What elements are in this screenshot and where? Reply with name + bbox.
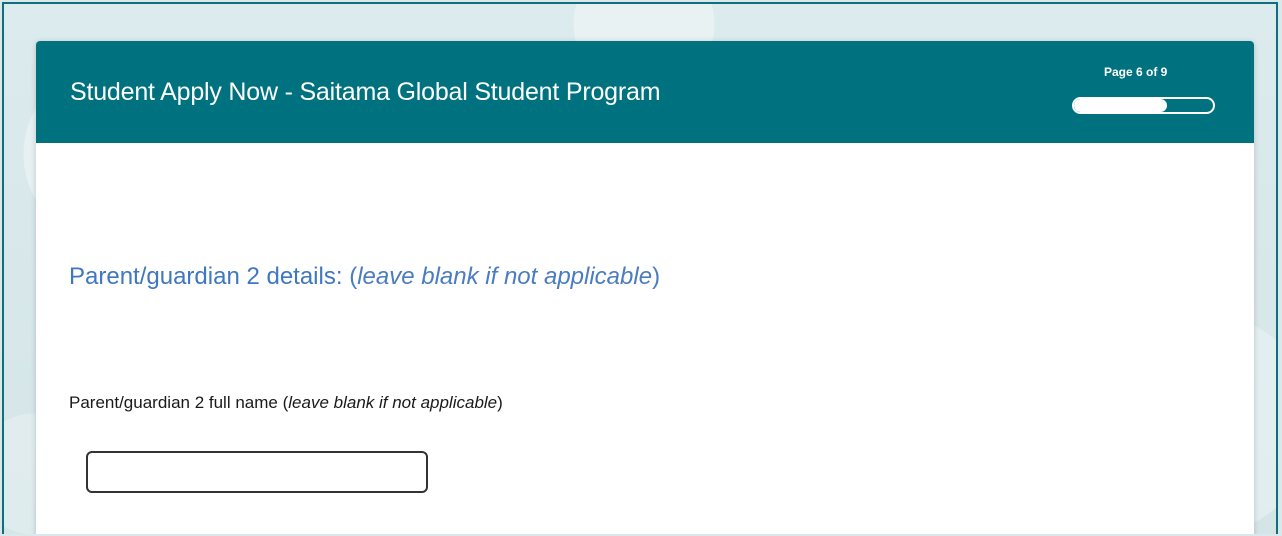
section-heading-label: Parent/guardian 2 details: [69, 263, 343, 290]
parent2-full-name-label-text: Parent/guardian 2 full name [69, 393, 278, 412]
application-form-card: Student Apply Now - Saitama Global Stude… [36, 41, 1254, 534]
page-background: Student Apply Now - Saitama Global Stude… [2, 2, 1278, 534]
parent2-full-name-input[interactable] [86, 451, 428, 493]
parent2-full-name-label: Parent/guardian 2 full name (leave blank… [69, 393, 503, 413]
form-header: Student Apply Now - Saitama Global Stude… [36, 41, 1254, 143]
page-indicator: Page 6 of 9 [1104, 65, 1168, 79]
section-heading-parent-guardian-2: Parent/guardian 2 details: (leave blank … [69, 263, 660, 291]
progress-bar-fill [1074, 99, 1167, 112]
progress-bar [1072, 97, 1215, 114]
parent2-full-name-label-note: (leave blank if not applicable) [282, 393, 503, 412]
section-heading-note: (leave blank if not applicable) [349, 263, 661, 290]
form-title: Student Apply Now - Saitama Global Stude… [70, 78, 661, 106]
